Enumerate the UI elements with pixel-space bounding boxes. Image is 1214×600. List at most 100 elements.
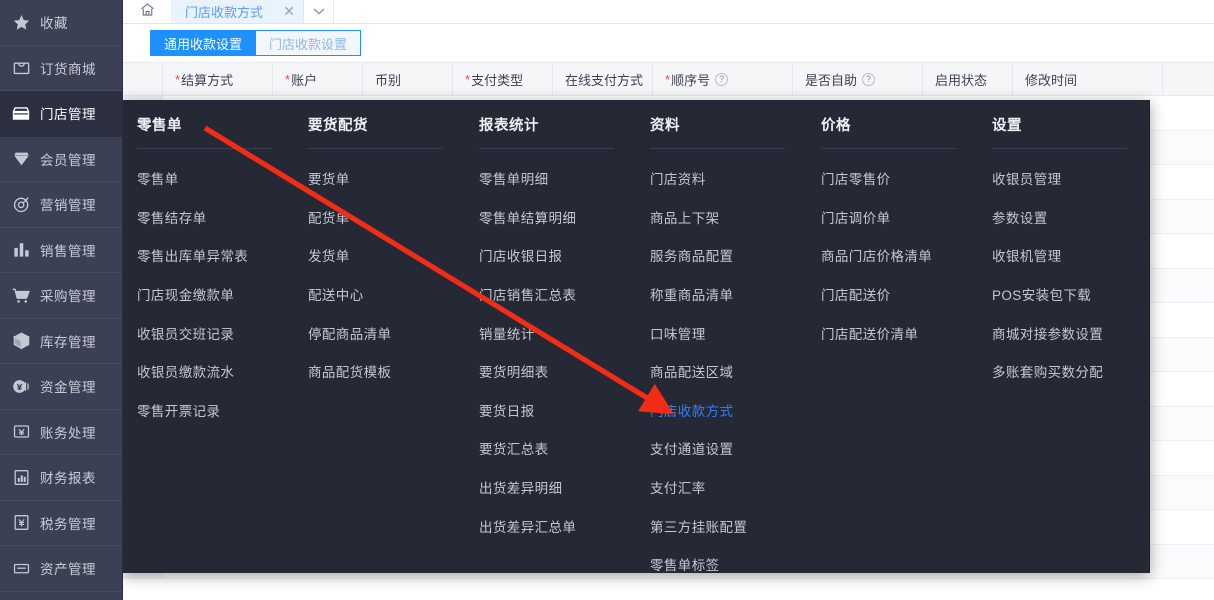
sidebar-item-11[interactable]: 财务报表 <box>0 455 122 501</box>
sidebar-item-4[interactable]: 会员管理 <box>0 137 122 182</box>
segment-general-payment-settings[interactable]: 通用收款设置 <box>150 30 257 56</box>
menu-item-销量统计[interactable]: 销量统计 <box>465 313 636 352</box>
sidebar-item-label: 营销管理 <box>40 198 96 214</box>
menu-item-门店收款方式[interactable]: 门店收款方式 <box>636 391 807 430</box>
page-tab-active[interactable]: 门店收款方式 ✕ <box>171 0 304 23</box>
sidebar-item-10[interactable]: 账务处理 <box>0 410 122 455</box>
menu-item-零售结存单[interactable]: 零售结存单 <box>123 198 294 237</box>
sidebar-item-12[interactable]: 税务管理 <box>0 501 122 546</box>
sidebar-item-8[interactable]: 库存管理 <box>0 319 122 364</box>
table-column-header-是否自助[interactable]: 是否自助? <box>793 62 923 96</box>
chevron-down-icon <box>312 3 326 21</box>
menu-item-零售单[interactable]: 零售单 <box>123 159 294 198</box>
menu-item-门店零售价[interactable]: 门店零售价 <box>807 159 978 198</box>
menu-item-支付通道设置[interactable]: 支付通道设置 <box>636 429 807 468</box>
table-column-header-blank[interactable] <box>123 62 163 96</box>
sidebar-item-9[interactable]: 资金管理 <box>0 364 122 410</box>
segment-store-payment-settings[interactable]: 门店收款设置 <box>256 30 362 56</box>
home-tab-button[interactable] <box>123 0 171 23</box>
menu-item-服务商品配置[interactable]: 服务商品配置 <box>636 236 807 275</box>
menu-group-title: 报表统计 <box>479 118 539 134</box>
menu-item-零售开票记录[interactable]: 零售开票记录 <box>123 391 294 430</box>
divider <box>479 148 614 149</box>
menu-item-门店资料[interactable]: 门店资料 <box>636 159 807 198</box>
sidebar-item-2[interactable]: 订货商城 <box>0 46 122 91</box>
sidebar-item-label: 订货商城 <box>40 61 96 77</box>
menu-item-门店收银日报[interactable]: 门店收银日报 <box>465 236 636 275</box>
menu-item-门店配送价[interactable]: 门店配送价 <box>807 275 978 314</box>
storefront-icon <box>10 103 32 123</box>
table-column-header-结算方式[interactable]: * 结算方式 <box>163 62 273 96</box>
menu-item-参数设置[interactable]: 参数设置 <box>978 198 1149 237</box>
table-column-header-修改时间[interactable]: 修改时间 <box>1013 62 1163 96</box>
menu-item-商品配货模板[interactable]: 商品配货模板 <box>294 352 465 391</box>
sidebar-item-5[interactable]: 营销管理 <box>0 182 122 228</box>
menu-item-多账套购买数分配[interactable]: 多账套购买数分配 <box>978 352 1149 391</box>
menu-item-商城对接参数设置[interactable]: 商城对接参数设置 <box>978 313 1149 352</box>
menu-group-1: 零售单 零售单 零售结存单 零售出库单异常表 门店现金缴款单 收银员交班记录 收银员缴款流水… <box>123 100 294 573</box>
menu-item-要货明细表[interactable]: 要货明细表 <box>465 352 636 391</box>
menu-item-出货差异明细[interactable]: 出货差异明细 <box>465 468 636 507</box>
shopping-cart-icon <box>10 285 32 305</box>
sidebar-item-3[interactable]: 门店管理 <box>0 91 122 137</box>
table-column-header-支付类型[interactable]: * 支付类型 <box>453 62 553 96</box>
table-column-header-币别[interactable]: 币别 <box>363 62 453 96</box>
menu-item-零售单明细[interactable]: 零售单明细 <box>465 159 636 198</box>
menu-item-口味管理[interactable]: 口味管理 <box>636 313 807 352</box>
menu-item-门店配送价清单[interactable]: 门店配送价清单 <box>807 313 978 352</box>
menu-item-配送中心[interactable]: 配送中心 <box>294 275 465 314</box>
menu-group-title: 资料 <box>650 118 680 134</box>
sidebar-item-6[interactable]: 销售管理 <box>0 228 122 273</box>
sidebar-item-label: 门店管理 <box>40 107 96 123</box>
table-column-header-启用状态[interactable]: 启用状态 <box>923 62 1013 96</box>
table-column-header-blank[interactable] <box>1163 62 1214 96</box>
app-window: * 结算方式 * 账户 币别 * 支付类型 在线支付方式 * 顺序号? 是否自助? 启用状态 修改时间 … <box>0 0 1214 600</box>
menu-item-要货日报[interactable]: 要货日报 <box>465 391 636 430</box>
column-label: 在线支付方式 <box>565 72 644 88</box>
menu-item-POS安装包下载[interactable]: POS安装包下载 <box>978 275 1149 314</box>
required-marker: * <box>665 71 671 87</box>
menu-group-title: 要货配货 <box>308 118 368 134</box>
menu-item-零售单结算明细[interactable]: 零售单结算明细 <box>465 198 636 237</box>
menu-item-零售出库单异常表[interactable]: 零售出库单异常表 <box>123 236 294 275</box>
menu-item-配货单[interactable]: 配货单 <box>294 198 465 237</box>
close-icon[interactable]: ✕ <box>283 3 295 20</box>
column-label: 支付类型 <box>471 72 524 88</box>
tab-list-dropdown-button[interactable] <box>304 0 334 23</box>
menu-item-收银员缴款流水[interactable]: 收银员缴款流水 <box>123 352 294 391</box>
menu-group-title: 价格 <box>821 118 851 134</box>
table-column-header-在线支付方式[interactable]: 在线支付方式 <box>553 62 653 96</box>
help-icon[interactable]: ? <box>862 72 876 86</box>
diamond-icon <box>10 149 32 169</box>
menu-item-商品门店价格清单[interactable]: 商品门店价格清单 <box>807 236 978 275</box>
yuan-coin-icon <box>10 376 32 396</box>
settings-segment-bar: 通用收款设置 门店收款设置 <box>123 24 1214 62</box>
menu-item-停配商品清单[interactable]: 停配商品清单 <box>294 313 465 352</box>
table-column-header-顺序号[interactable]: * 顺序号? <box>653 62 793 96</box>
menu-item-门店调价单[interactable]: 门店调价单 <box>807 198 978 237</box>
sidebar-item-7[interactable]: 采购管理 <box>0 273 122 319</box>
sidebar-item-13[interactable]: 资产管理 <box>0 546 122 592</box>
required-marker: * <box>175 71 181 87</box>
table-column-header-账户[interactable]: * 账户 <box>273 62 363 96</box>
sidebar-item-label: 收藏 <box>40 16 68 32</box>
sidebar-item-1[interactable]: 收藏 <box>0 0 122 46</box>
menu-item-第三方挂账配置[interactable]: 第三方挂账配置 <box>636 506 807 545</box>
menu-item-支付汇率[interactable]: 支付汇率 <box>636 468 807 507</box>
menu-item-商品配送区域[interactable]: 商品配送区域 <box>636 352 807 391</box>
menu-item-收银员交班记录[interactable]: 收银员交班记录 <box>123 313 294 352</box>
report-chart-icon <box>10 467 32 487</box>
menu-item-零售单标签[interactable]: 零售单标签 <box>636 545 807 584</box>
menu-item-商品上下架[interactable]: 商品上下架 <box>636 198 807 237</box>
menu-item-收银机管理[interactable]: 收银机管理 <box>978 236 1149 275</box>
menu-item-门店现金缴款单[interactable]: 门店现金缴款单 <box>123 275 294 314</box>
menu-item-收银员管理[interactable]: 收银员管理 <box>978 159 1149 198</box>
menu-item-发货单[interactable]: 发货单 <box>294 236 465 275</box>
menu-item-称重商品清单[interactable]: 称重商品清单 <box>636 275 807 314</box>
menu-item-门店销售汇总表[interactable]: 门店销售汇总表 <box>465 275 636 314</box>
menu-item-要货单[interactable]: 要货单 <box>294 159 465 198</box>
help-icon[interactable]: ? <box>715 72 729 86</box>
menu-item-出货差异汇总单[interactable]: 出货差异汇总单 <box>465 506 636 545</box>
menu-item-要货汇总表[interactable]: 要货汇总表 <box>465 429 636 468</box>
home-icon <box>139 1 156 23</box>
